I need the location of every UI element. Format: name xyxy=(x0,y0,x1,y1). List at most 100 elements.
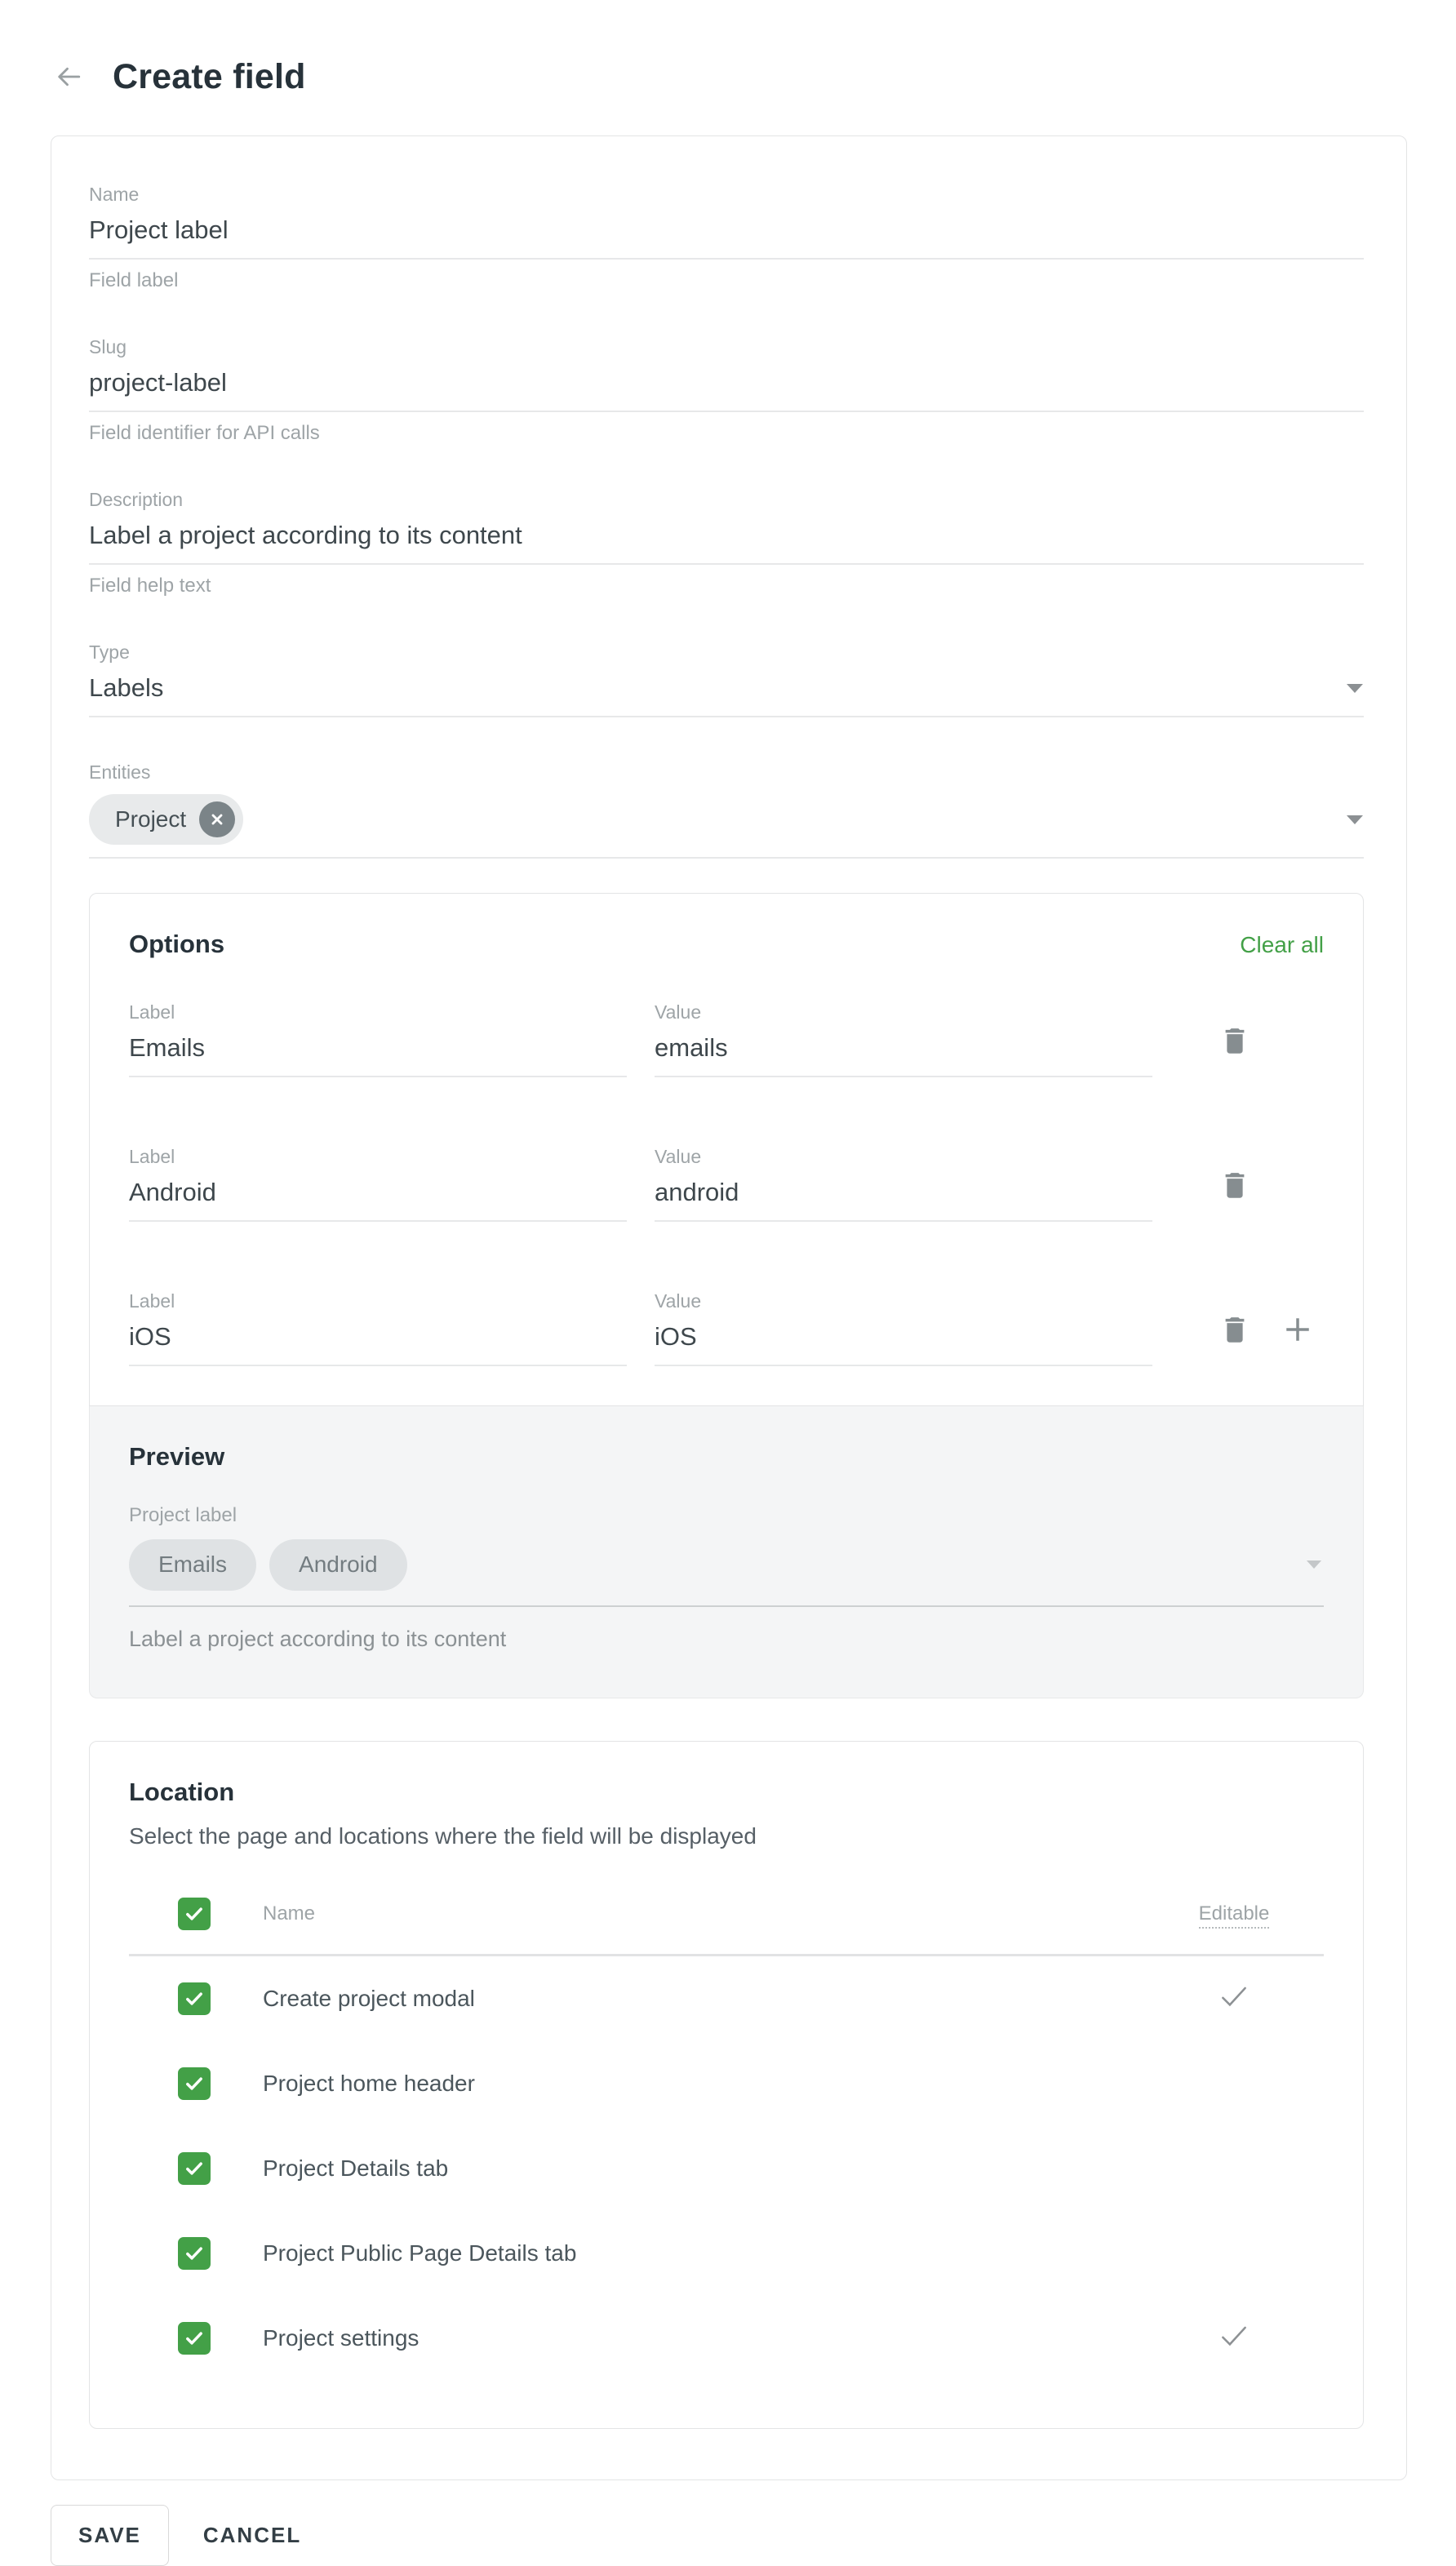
option-label-caption: Label xyxy=(129,1290,627,1312)
chevron-down-icon xyxy=(1306,1560,1322,1569)
plus-icon xyxy=(1280,1312,1316,1347)
option-label-caption: Label xyxy=(129,1001,627,1023)
location-name: Create project modal xyxy=(263,1986,1092,2012)
check-icon xyxy=(183,1987,206,2010)
description-field: Description Label a project according to… xyxy=(89,489,1364,597)
check-icon xyxy=(183,2242,206,2265)
option-label-caption: Label xyxy=(129,1146,627,1168)
location-checkbox[interactable] xyxy=(178,2237,211,2270)
options-section: Options Clear all Label Emails Value ema… xyxy=(89,893,1364,1406)
options-rows: Label Emails Value emails Label Android xyxy=(129,1001,1324,1366)
delete-option-button[interactable] xyxy=(1218,1023,1252,1059)
preview-chip-label: Android xyxy=(299,1552,378,1578)
type-select[interactable]: Labels xyxy=(89,673,1364,717)
entities-field: Entities Project xyxy=(89,761,1364,859)
location-row: Project Public Page Details tab xyxy=(129,2211,1324,2296)
clear-all-button[interactable]: Clear all xyxy=(1240,932,1324,958)
chevron-down-icon xyxy=(1346,683,1364,694)
name-field-helper: Field label xyxy=(89,269,1364,292)
entities-select[interactable]: Project xyxy=(89,793,1364,859)
arrow-left-icon xyxy=(54,62,83,91)
description-input[interactable]: Label a project according to its content xyxy=(89,521,1364,565)
location-checkbox[interactable] xyxy=(178,1982,211,2015)
trash-icon xyxy=(1218,1167,1252,1203)
entity-chip[interactable]: Project xyxy=(89,794,243,845)
preview-chip: Android xyxy=(269,1539,407,1591)
page-header: Create field xyxy=(0,0,1456,100)
location-row: Project home header xyxy=(129,2041,1324,2126)
entities-field-label: Entities xyxy=(89,761,1364,784)
name-input[interactable]: Project label xyxy=(89,215,1364,260)
editable-column-header: Editable xyxy=(1199,1902,1270,1929)
options-header: Options Clear all xyxy=(129,930,1324,959)
preview-underline xyxy=(129,1605,1324,1607)
location-table-header: Name Editable xyxy=(129,1892,1324,1936)
location-row: Project Details tab xyxy=(129,2126,1324,2211)
location-checkbox[interactable] xyxy=(178,2322,211,2355)
delete-option-button[interactable] xyxy=(1218,1167,1252,1203)
location-row: Project settings xyxy=(129,2296,1324,2381)
name-field-label: Name xyxy=(89,184,1364,206)
preview-chip-label: Emails xyxy=(158,1552,227,1578)
location-checkbox[interactable] xyxy=(178,2152,211,2185)
preview-chip: Emails xyxy=(129,1539,256,1591)
entity-chip-label: Project xyxy=(115,806,186,832)
option-label-input[interactable]: iOS xyxy=(129,1322,627,1366)
check-icon xyxy=(183,2157,206,2180)
location-subtitle: Select the page and locations where the … xyxy=(129,1823,1324,1849)
close-icon xyxy=(209,811,225,828)
preview-helper: Label a project according to its content xyxy=(129,1627,1324,1652)
delete-option-button[interactable] xyxy=(1218,1312,1252,1347)
slug-field-helper: Field identifier for API calls xyxy=(89,422,1364,445)
preview-select[interactable]: Emails Android xyxy=(129,1538,1324,1591)
slug-input[interactable]: project-label xyxy=(89,368,1364,412)
cancel-button[interactable]: CANCEL xyxy=(203,2506,301,2565)
preview-chips: Emails Android xyxy=(129,1539,407,1591)
name-column-header: Name xyxy=(263,1902,1092,1925)
option-value-caption: Value xyxy=(655,1001,1152,1023)
type-select-value: Labels xyxy=(89,673,163,703)
add-option-button[interactable] xyxy=(1280,1312,1316,1347)
save-button[interactable]: SAVE xyxy=(51,2505,169,2566)
location-name: Project Public Page Details tab xyxy=(263,2240,1092,2266)
option-value-input[interactable]: android xyxy=(655,1178,1152,1222)
location-table: Name Editable Create project modal xyxy=(129,1892,1324,2381)
select-all-checkbox[interactable] xyxy=(178,1898,211,1930)
option-value-input[interactable]: iOS xyxy=(655,1322,1152,1366)
option-row: Label iOS Value iOS xyxy=(129,1290,1324,1366)
location-row: Create project modal xyxy=(129,1956,1324,2041)
option-label-input[interactable]: Emails xyxy=(129,1033,627,1077)
option-value-caption: Value xyxy=(655,1290,1152,1312)
option-value-caption: Value xyxy=(655,1146,1152,1168)
type-field: Type Labels xyxy=(89,642,1364,717)
check-icon xyxy=(183,2072,206,2095)
option-label-input[interactable]: Android xyxy=(129,1178,627,1222)
name-field: Name Project label Field label xyxy=(89,184,1364,292)
location-checkbox[interactable] xyxy=(178,2067,211,2100)
trash-icon xyxy=(1218,1312,1252,1347)
option-row: Label Emails Value emails xyxy=(129,1001,1324,1077)
option-row: Label Android Value android xyxy=(129,1146,1324,1222)
location-title: Location xyxy=(129,1778,1324,1807)
slug-field-label: Slug xyxy=(89,336,1364,358)
option-value-input[interactable]: emails xyxy=(655,1033,1152,1077)
location-rows: Create project modal Project home header… xyxy=(129,1956,1324,2381)
location-section: Location Select the page and locations w… xyxy=(89,1741,1364,2429)
preview-title: Preview xyxy=(129,1442,1324,1472)
preview-section: Preview Project label Emails Android Lab… xyxy=(89,1406,1364,1698)
remove-entity-button[interactable] xyxy=(199,801,235,837)
description-field-helper: Field help text xyxy=(89,575,1364,597)
editable-check-icon[interactable] xyxy=(1217,2323,1251,2351)
back-button[interactable] xyxy=(54,62,83,91)
form-actions: SAVE CANCEL xyxy=(51,2505,1456,2566)
check-icon xyxy=(183,1902,206,1925)
create-field-card: Name Project label Field label Slug proj… xyxy=(51,135,1407,2480)
options-title: Options xyxy=(129,930,224,959)
check-icon xyxy=(183,2327,206,2350)
type-field-label: Type xyxy=(89,642,1364,664)
location-name: Project home header xyxy=(263,2071,1092,2097)
trash-icon xyxy=(1218,1023,1252,1059)
entity-chips: Project xyxy=(89,793,243,846)
chevron-down-icon xyxy=(1346,815,1364,825)
editable-check-icon[interactable] xyxy=(1217,1983,1251,2011)
